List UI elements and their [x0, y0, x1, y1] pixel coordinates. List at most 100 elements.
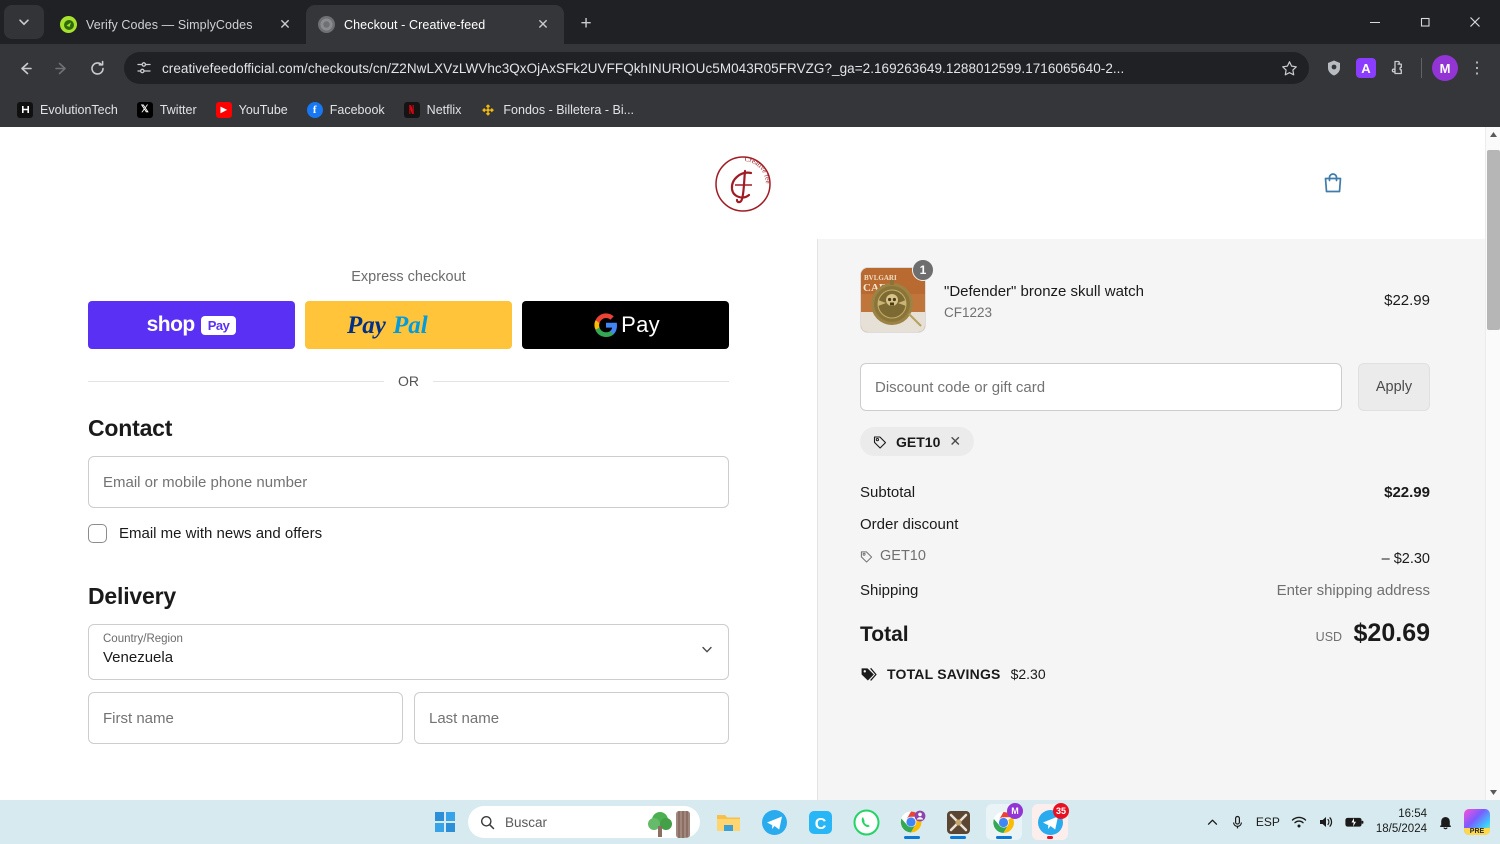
search-placeholder: Buscar — [505, 814, 548, 830]
checkout-page: Creative feed — [0, 127, 1485, 800]
applied-discount-codes: GET10 ✕ — [860, 427, 1430, 456]
bookmark-evolutiontech[interactable]: EvolutionTech — [9, 98, 126, 122]
discount-chip-get10: GET10 ✕ — [860, 427, 975, 456]
totals-row-subtotal: Subtotal $22.99 — [860, 484, 1430, 501]
taskbar-c-app[interactable]: C — [802, 804, 838, 840]
email-field[interactable]: Email or mobile phone number — [88, 456, 729, 508]
page-scrollbar[interactable] — [1485, 127, 1500, 800]
adblock-extension-icon[interactable]: A — [1351, 53, 1381, 83]
taskbar-whatsapp[interactable] — [848, 804, 884, 840]
bookmark-label: YouTube — [238, 102, 288, 117]
reload-button[interactable] — [80, 51, 114, 85]
tune-icon[interactable] — [136, 60, 152, 76]
country-region-select[interactable]: Country/Region Venezuela — [88, 624, 729, 680]
newsletter-label: Email me with news and offers — [119, 525, 323, 542]
maximize-button[interactable] — [1400, 0, 1450, 44]
input-language-indicator[interactable]: ESP — [1256, 815, 1280, 829]
taskbar-file-explorer[interactable] — [710, 804, 746, 840]
delivery-section-title: Delivery — [88, 583, 176, 609]
scrollbar-thumb[interactable] — [1487, 150, 1500, 330]
address-bar[interactable]: creativefeedofficial.com/checkouts/cn/Z2… — [124, 52, 1309, 84]
creative-feed-logo[interactable]: Creative feed — [709, 145, 775, 215]
last-name-field[interactable]: Last name — [414, 692, 729, 744]
paypal-logo-icon: Pay Pal — [346, 312, 428, 339]
apply-discount-button[interactable]: Apply — [1358, 363, 1430, 411]
microphone-icon[interactable] — [1230, 815, 1245, 830]
line-item-price: $22.99 — [1384, 291, 1430, 309]
new-tab-button[interactable]: + — [571, 9, 601, 39]
scroll-up-button[interactable] — [1486, 127, 1500, 142]
taskbar-telegram[interactable] — [756, 804, 792, 840]
last-name-placeholder: Last name — [429, 709, 500, 727]
remove-discount-button[interactable]: ✕ — [949, 433, 961, 450]
chevron-up-icon[interactable] — [1206, 816, 1219, 829]
close-window-button[interactable] — [1450, 0, 1500, 44]
newsletter-checkbox-row[interactable]: Email me with news and offers — [88, 524, 729, 543]
windows-start-icon[interactable] — [432, 809, 458, 835]
divider-line-left — [88, 380, 384, 382]
game-icon — [946, 810, 970, 834]
bookmark-twitter[interactable]: 𝕏 Twitter — [129, 98, 205, 122]
whatsapp-icon — [853, 809, 879, 835]
taskbar-search-input[interactable]: Buscar — [468, 806, 700, 838]
chrome-menu-button[interactable]: ⋮ — [1462, 53, 1492, 83]
first-name-placeholder: First name — [103, 709, 174, 727]
newsletter-checkbox[interactable] — [88, 524, 107, 543]
shop-pay-word: shop — [146, 313, 196, 336]
forward-button[interactable] — [44, 51, 78, 85]
back-button[interactable] — [8, 51, 42, 85]
battery-charging-icon[interactable] — [1345, 815, 1365, 829]
total-savings-value: $2.30 — [1010, 666, 1046, 682]
totals-section: Subtotal $22.99 Order discount GET10 – $… — [860, 484, 1430, 683]
copilot-pre-icon[interactable]: PRE — [1464, 809, 1490, 835]
tab-verify-codes[interactable]: Verify Codes — SimplyCodes ✕ — [48, 5, 306, 44]
shop-pay-label: shop Pay — [147, 313, 237, 337]
google-pay-label: Pay — [621, 312, 660, 337]
bookmark-netflix[interactable]: Netflix — [396, 98, 470, 122]
quantity-badge: 1 — [912, 259, 934, 281]
url-text: creativefeedofficial.com/checkouts/cn/Z2… — [162, 60, 1125, 76]
taskbar-game[interactable] — [940, 804, 976, 840]
tab-search-button[interactable] — [4, 5, 44, 39]
discount-chip-label: GET10 — [896, 433, 941, 450]
window-controls — [1350, 0, 1500, 44]
bell-icon[interactable] — [1438, 814, 1453, 830]
evolutiontech-icon — [17, 101, 33, 118]
profile-avatar[interactable]: M — [1430, 53, 1460, 83]
order-discount-label: Order discount — [860, 516, 959, 533]
running-indicator — [904, 836, 920, 839]
simplycodes-icon — [60, 16, 77, 33]
google-pay-button[interactable]: Pay — [522, 301, 729, 349]
express-checkout-label: Express checkout — [351, 269, 466, 285]
shield-icon[interactable] — [1319, 53, 1349, 83]
bookmark-youtube[interactable]: ▶ YouTube — [208, 98, 296, 122]
shopping-bag-icon — [1324, 173, 1342, 193]
search-icon — [481, 815, 495, 829]
bookmark-label: Netflix — [426, 102, 462, 117]
tag-icon — [873, 435, 887, 449]
taskbar-chrome-profile[interactable] — [894, 804, 930, 840]
tab-checkout-creative-feed[interactable]: Checkout - Creative-feed ✕ — [306, 5, 564, 44]
scroll-down-button[interactable] — [1486, 785, 1500, 800]
clock[interactable]: 16:54 18/5/2024 — [1376, 807, 1427, 837]
taskbar-telegram-2[interactable]: 35 — [1032, 803, 1069, 840]
minimize-button[interactable] — [1350, 0, 1400, 44]
bookmark-star-button[interactable] — [1275, 54, 1303, 82]
tab-close-button[interactable]: ✕ — [532, 14, 554, 36]
taskbar-chrome-active[interactable]: M — [986, 803, 1023, 840]
volume-icon[interactable] — [1318, 815, 1334, 829]
svg-text:Pal: Pal — [392, 312, 428, 339]
paypal-button[interactable]: Pay Pal — [305, 301, 512, 349]
extensions-puzzle-icon[interactable] — [1383, 53, 1413, 83]
shop-pay-button[interactable]: shop Pay — [88, 301, 295, 349]
first-name-field[interactable]: First name — [88, 692, 403, 744]
wifi-icon[interactable] — [1291, 815, 1307, 829]
tab-close-button[interactable]: ✕ — [274, 14, 296, 36]
shipping-value: Enter shipping address — [1276, 581, 1430, 599]
cart-button[interactable] — [1316, 166, 1350, 200]
telegram-icon — [761, 809, 787, 835]
discount-code-input[interactable]: Discount code or gift card — [860, 363, 1342, 411]
bookmark-facebook[interactable]: f Facebook — [299, 98, 393, 122]
bookmark-fondos-billetera[interactable]: Fondos - Billetera - Bi... — [472, 98, 642, 122]
divider-line-right — [433, 380, 729, 382]
